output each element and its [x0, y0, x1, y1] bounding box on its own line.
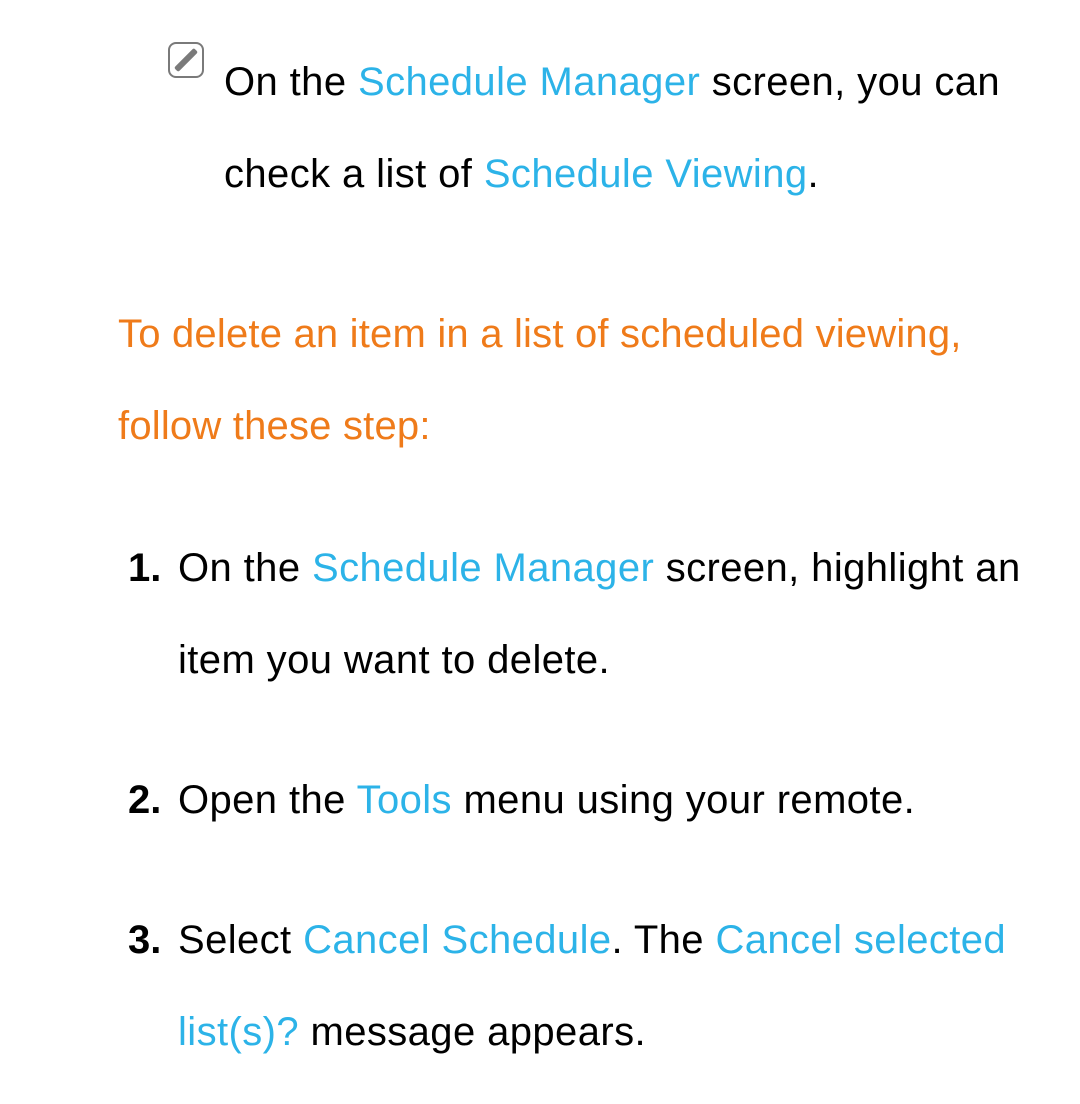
step-body: Select Cancel Schedule. The Cancel selec…: [178, 894, 1040, 1078]
list-item: 1.On the Schedule Manager screen, highli…: [128, 522, 1040, 706]
step-number: 1.: [128, 522, 166, 614]
step-number: 2.: [128, 754, 166, 846]
manual-page: On the Schedule Manager screen, you can …: [0, 0, 1080, 1078]
highlight-text: Schedule Manager: [312, 546, 654, 590]
text: .: [808, 152, 820, 196]
list-item: 3.Select Cancel Schedule. The Cancel sel…: [128, 894, 1040, 1078]
note-block: On the Schedule Manager screen, you can …: [168, 36, 1040, 220]
step-number: 3.: [128, 894, 166, 986]
steps-list: 1.On the Schedule Manager screen, highli…: [118, 522, 1040, 1078]
text: menu using your remote.: [452, 778, 915, 822]
step-body: Open the Tools menu using your remote.: [178, 754, 1040, 846]
highlight-text: Schedule Manager: [358, 60, 700, 104]
highlight-text: Tools: [357, 778, 452, 822]
highlight-text: Cancel Schedule: [303, 918, 611, 962]
note-pencil-icon: [168, 42, 204, 78]
section-heading: To delete an item in a list of scheduled…: [118, 288, 1040, 472]
note-text: On the Schedule Manager screen, you can …: [224, 36, 1040, 220]
text: Select: [178, 918, 303, 962]
text: Open the: [178, 778, 357, 822]
text: On the: [224, 60, 358, 104]
list-item: 2.Open the Tools menu using your remote.: [128, 754, 1040, 846]
text: On the: [178, 546, 312, 590]
text: . The: [612, 918, 716, 962]
highlight-text: Schedule Viewing: [484, 152, 808, 196]
step-body: On the Schedule Manager screen, highligh…: [178, 522, 1040, 706]
text: message appears.: [299, 1010, 646, 1054]
